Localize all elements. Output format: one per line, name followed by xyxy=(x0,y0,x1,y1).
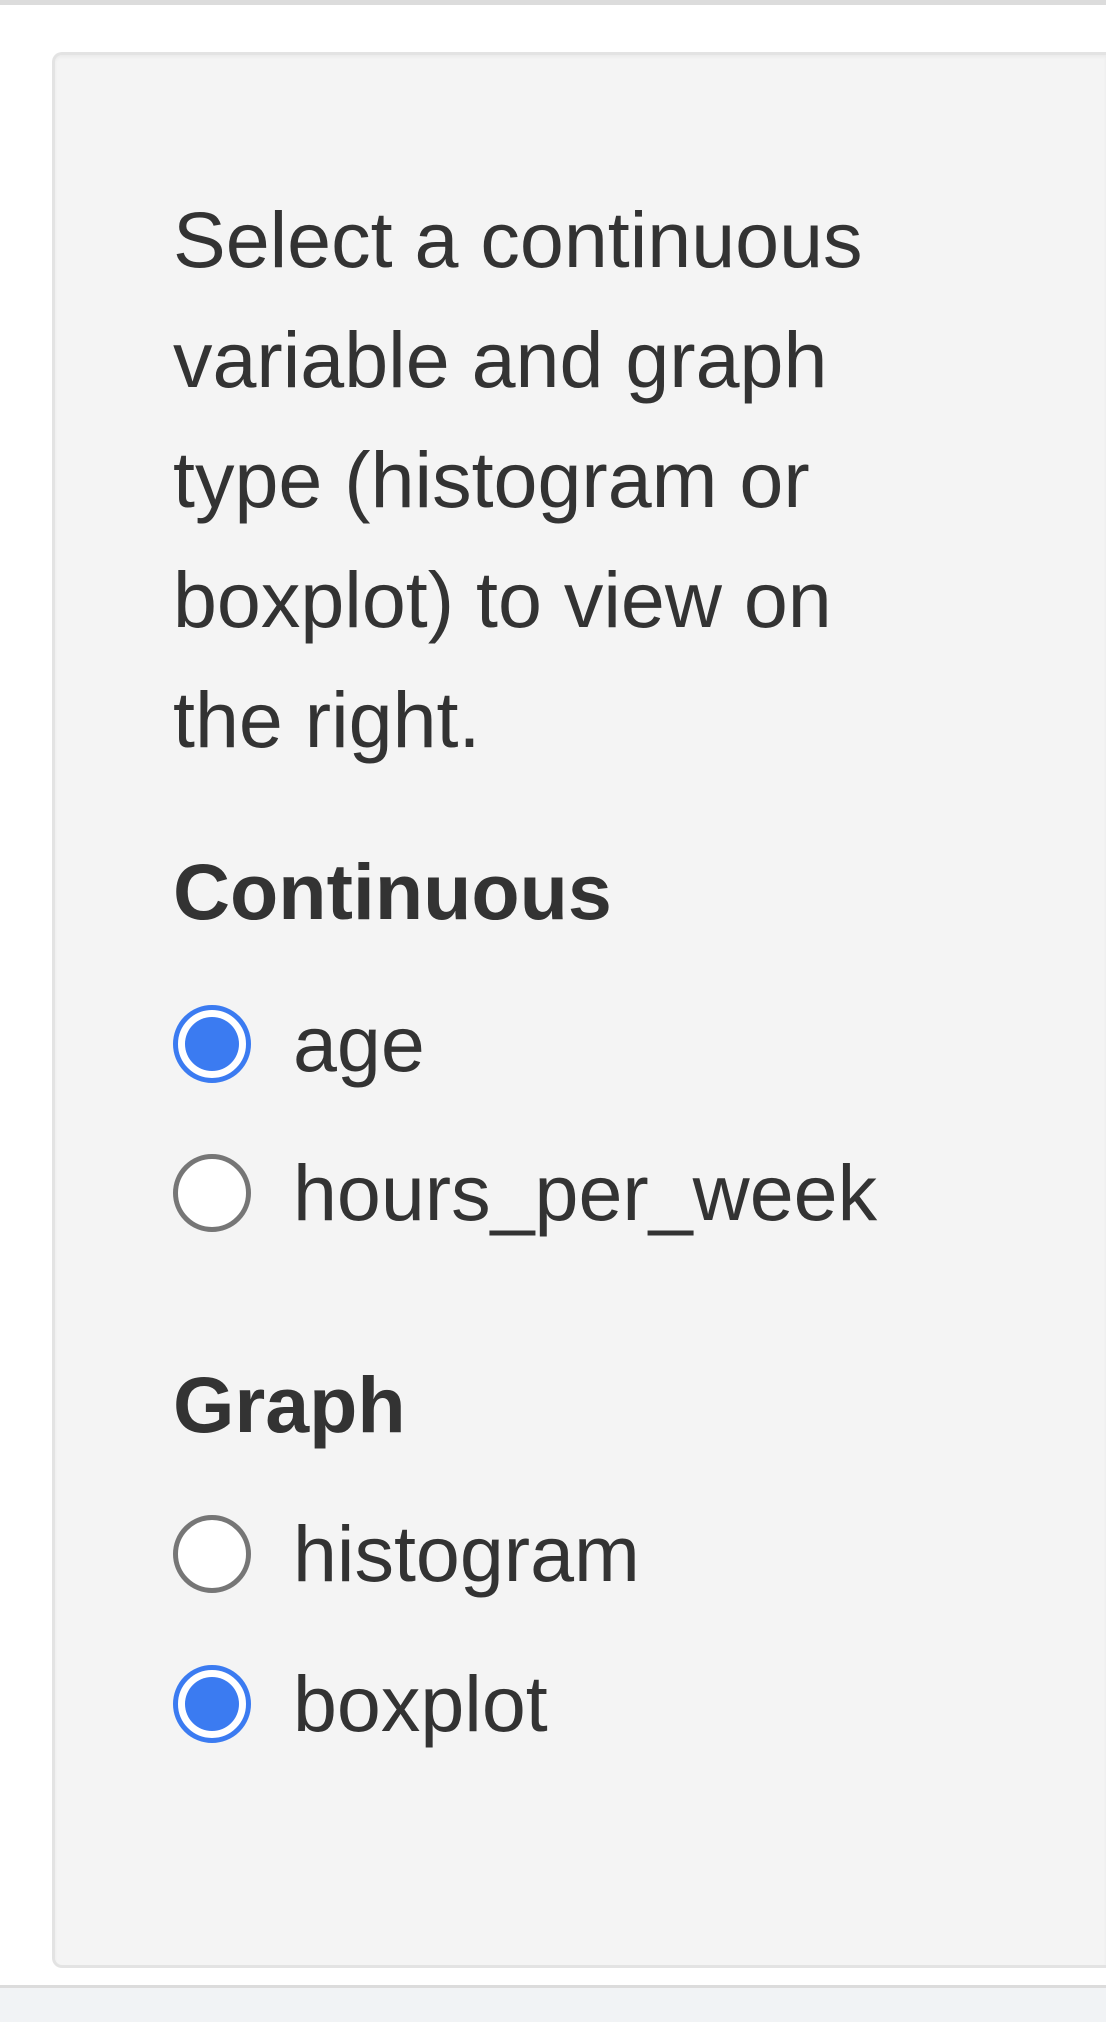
radio-label-boxplot: boxplot xyxy=(293,1659,548,1748)
help-text: Select a continuous variable and graph t… xyxy=(173,195,863,764)
radio-button-histogram[interactable] xyxy=(173,1515,251,1593)
radio-option-histogram[interactable]: histogram xyxy=(173,1504,640,1604)
radio-button-hours-per-week[interactable] xyxy=(173,1154,251,1232)
continuous-group-label: Continuous xyxy=(173,847,612,936)
radio-label-hours-per-week: hours_per_week xyxy=(293,1148,878,1237)
radio-option-hours-per-week[interactable]: hours_per_week xyxy=(173,1143,877,1243)
radio-label-histogram: histogram xyxy=(293,1509,640,1598)
radio-button-age[interactable] xyxy=(173,1005,251,1083)
radio-option-boxplot[interactable]: boxplot xyxy=(173,1654,548,1754)
radio-label-age: age xyxy=(293,999,425,1088)
top-divider xyxy=(0,0,1106,5)
bottom-divider xyxy=(0,1985,1106,2022)
radio-button-boxplot[interactable] xyxy=(173,1665,251,1743)
radio-option-age[interactable]: age xyxy=(173,994,425,1094)
graph-group-label: Graph xyxy=(173,1360,406,1449)
